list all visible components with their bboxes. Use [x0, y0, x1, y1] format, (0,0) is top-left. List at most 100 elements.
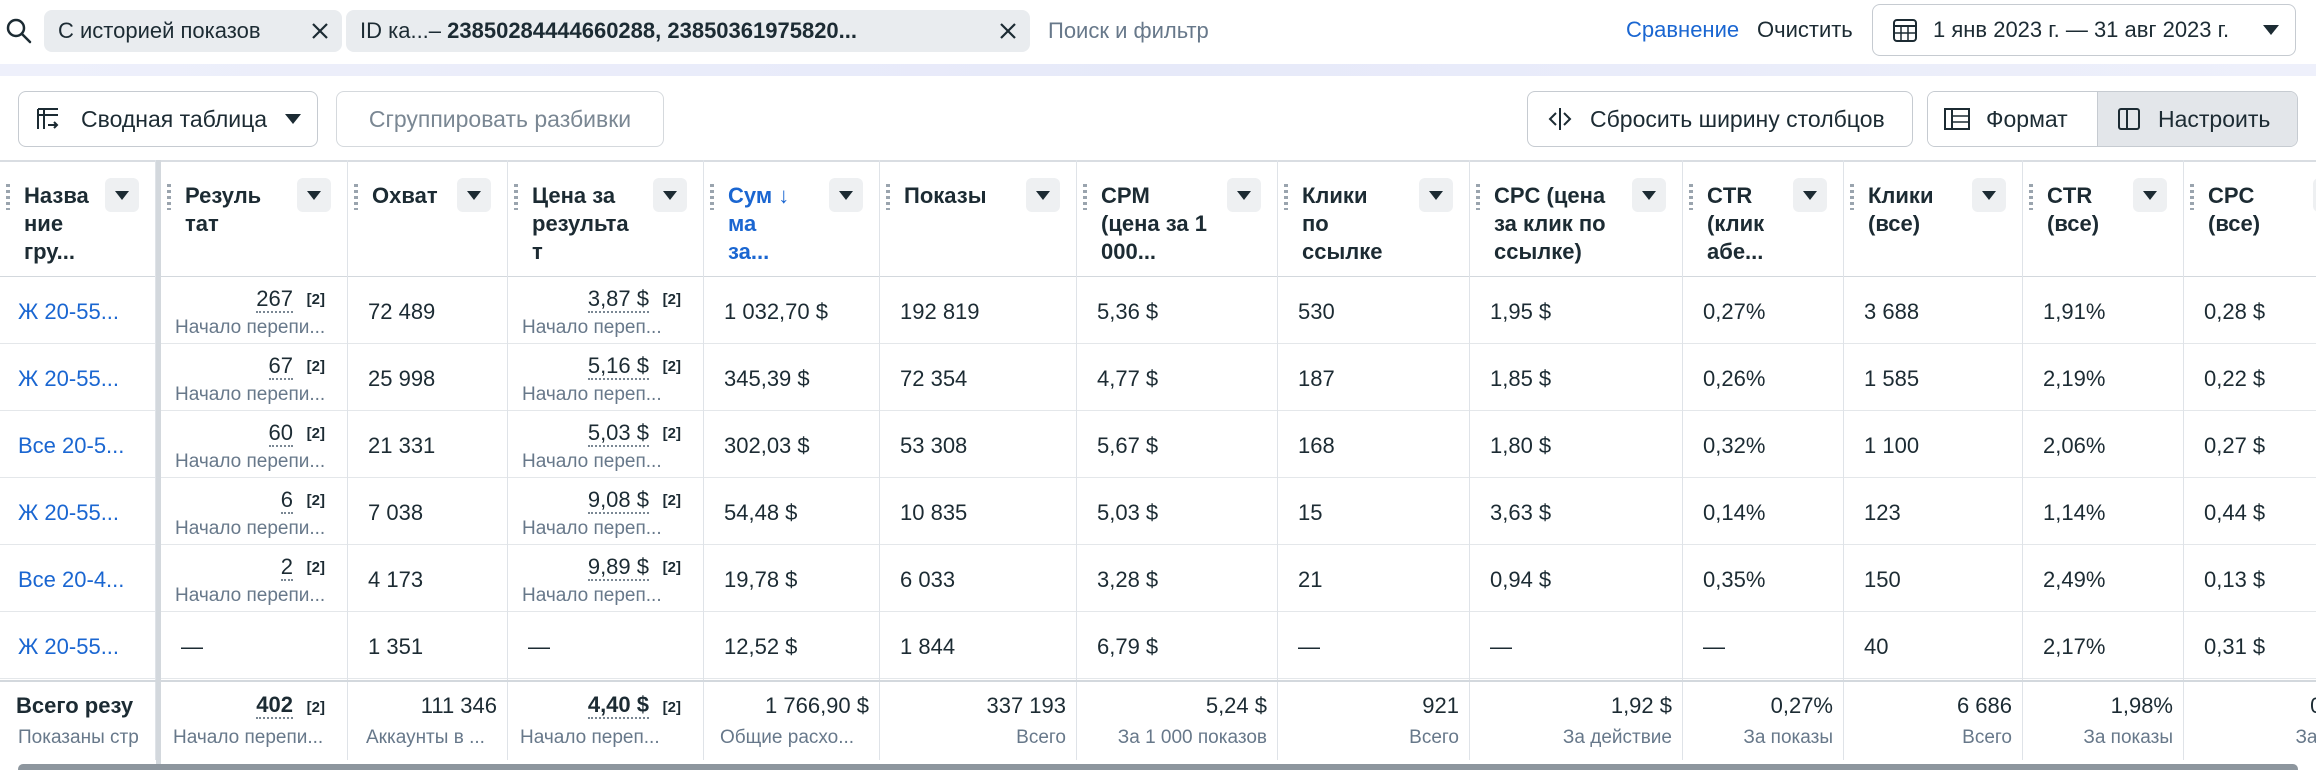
- ad-set-name-link[interactable]: Ж 20-55...: [18, 500, 119, 526]
- column-header-label: Показы: [904, 183, 987, 208]
- drag-handle-icon[interactable]: [710, 184, 714, 210]
- filter-chip-campaign-id[interactable]: ID ка...– 23850284444660288, 23850361975…: [346, 10, 1030, 52]
- table-cell: 9,08 $ [2] Начало переп...: [508, 478, 703, 545]
- totals-cell: 0,26 За кли: [2184, 683, 2316, 763]
- cell-value[interactable]: 2: [280, 555, 293, 581]
- column-header[interactable]: Показы: [880, 162, 1076, 277]
- drag-handle-icon[interactable]: [886, 184, 890, 210]
- drag-handle-icon[interactable]: [2190, 184, 2194, 210]
- table-cell[interactable]: Ж 20-55...: [0, 344, 155, 411]
- totals-cell: 1,98% За показы: [2023, 683, 2183, 763]
- cell-subtitle: Начало переп...: [522, 317, 662, 338]
- column-ad-set-name: Назва ние гру... Ж 20-55... Ж 20-55... Все …: [0, 160, 156, 760]
- ad-set-name-link[interactable]: Ж 20-55...: [18, 366, 119, 392]
- cell-value[interactable]: 3,87 $: [587, 287, 649, 313]
- column-header[interactable]: CTR (все): [2023, 162, 2183, 277]
- totals-value[interactable]: 402: [256, 693, 293, 719]
- column-header[interactable]: Резуль тат: [161, 162, 347, 277]
- drag-handle-icon[interactable]: [1083, 184, 1087, 210]
- date-range-picker[interactable]: 1 янв 2023 г. — 31 авг 2023 г.: [1872, 4, 2296, 56]
- drag-handle-icon[interactable]: [354, 184, 358, 210]
- search-filter-input[interactable]: [1048, 12, 1608, 50]
- column-menu-button[interactable]: [829, 178, 863, 212]
- group-breakdowns-button[interactable]: Сгруппировать разбивки: [336, 91, 664, 147]
- totals-value[interactable]: 4,40 $: [587, 693, 649, 719]
- ad-set-name-link[interactable]: Ж 20-55...: [18, 634, 119, 660]
- drag-handle-icon[interactable]: [6, 184, 10, 210]
- column-menu-button[interactable]: [2133, 178, 2167, 212]
- table-cell[interactable]: Все 20-5...: [0, 411, 155, 478]
- drag-handle-icon[interactable]: [167, 184, 171, 210]
- column-menu-button[interactable]: [1419, 178, 1453, 212]
- column-header[interactable]: CTR (клик абе...: [1683, 162, 1843, 277]
- drag-handle-icon[interactable]: [514, 184, 518, 210]
- cell-value[interactable]: 5,16 $: [587, 354, 649, 380]
- horizontal-scrollbar[interactable]: [18, 764, 2298, 770]
- drag-handle-icon[interactable]: [1689, 184, 1693, 210]
- column-menu-button[interactable]: [457, 178, 491, 212]
- column-header[interactable]: Назва ние гру...: [0, 162, 155, 277]
- cell-value[interactable]: 67: [268, 354, 293, 380]
- chevron-down-icon: [115, 190, 129, 200]
- reference-marker: [2]: [662, 559, 681, 576]
- column-header[interactable]: Цена за результа т: [508, 162, 703, 277]
- drag-handle-icon[interactable]: [2029, 184, 2033, 210]
- cell-value: 345,39 $: [724, 366, 810, 391]
- cell-value: 0,26%: [1703, 366, 1766, 391]
- cell-value[interactable]: 5,03 $: [587, 421, 649, 447]
- cell-value[interactable]: 9,89 $: [587, 555, 649, 581]
- column-menu-button[interactable]: [297, 178, 331, 212]
- date-range-label: 1 янв 2023 г. — 31 авг 2023 г.: [1933, 17, 2230, 42]
- column-menu-button[interactable]: [105, 178, 139, 212]
- table-cell[interactable]: Ж 20-55...: [0, 478, 155, 545]
- column-header[interactable]: CPM (цена за 1 000...: [1077, 162, 1277, 277]
- column-menu-button[interactable]: [1793, 178, 1827, 212]
- chevron-down-icon: [467, 190, 481, 200]
- clear-filters-link[interactable]: Очистить: [1757, 17, 1853, 43]
- column-menu-button[interactable]: [1972, 178, 2006, 212]
- drag-handle-icon[interactable]: [1284, 184, 1288, 210]
- totals-subtitle: За показы: [1743, 727, 1833, 748]
- cell-value: 15: [1298, 500, 1323, 525]
- ad-set-name-link[interactable]: Все 20-4...: [18, 567, 124, 593]
- table-cell: 6 [2] Начало перепи...: [161, 478, 347, 545]
- close-icon[interactable]: [298, 10, 342, 52]
- close-icon[interactable]: [986, 10, 1030, 52]
- table-cell[interactable]: Ж 20-55...: [0, 277, 155, 344]
- column-menu-button[interactable]: [653, 178, 687, 212]
- column-header[interactable]: CPC (цена за клик по ссылке): [1470, 162, 1682, 277]
- reset-column-width-button[interactable]: Сбросить ширину столбцов: [1527, 91, 1913, 147]
- table-cell[interactable]: Все 20-4...: [0, 545, 155, 612]
- column-header[interactable]: CPC (все): [2184, 162, 2316, 277]
- totals-subtitle: Аккаунты в ...: [366, 727, 485, 748]
- cell-value[interactable]: 6: [280, 488, 293, 514]
- totals-value: 1 766,90 $: [765, 693, 869, 718]
- column-header[interactable]: Клики по ссылке: [1278, 162, 1469, 277]
- column-menu-button[interactable]: [1227, 178, 1261, 212]
- format-button[interactable]: Формат: [1928, 92, 2098, 146]
- column-menu-button[interactable]: [1026, 178, 1060, 212]
- compare-link[interactable]: Сравнение: [1626, 17, 1739, 43]
- cell-value: 0,22 $: [2204, 366, 2266, 391]
- drag-handle-icon[interactable]: [1850, 184, 1854, 210]
- configure-button[interactable]: Настроить: [2098, 92, 2297, 146]
- drag-handle-icon[interactable]: [1476, 184, 1480, 210]
- cell-value[interactable]: 9,08 $: [587, 488, 649, 514]
- frozen-column-separator[interactable]: [156, 160, 161, 764]
- cell-value: 302,03 $: [724, 433, 810, 458]
- pivot-table-button[interactable]: Сводная таблица: [18, 91, 318, 147]
- ad-set-name-link[interactable]: Ж 20-55...: [18, 299, 119, 325]
- column-ctr-link: CTR (клик абе... 0,27% 0,26% 0,32% 0,14% 0,35…: [1683, 160, 1844, 760]
- cell-value[interactable]: 60: [268, 421, 293, 447]
- search-icon[interactable]: [4, 16, 34, 46]
- column-header[interactable]: Сум ↓ ма за...: [704, 162, 879, 277]
- table-cell[interactable]: Ж 20-55...: [0, 612, 155, 679]
- column-header[interactable]: Клики (все): [1844, 162, 2022, 277]
- ad-set-name-link[interactable]: Все 20-5...: [18, 433, 124, 459]
- chevron-down-icon: [1982, 190, 1996, 200]
- column-header[interactable]: Охват: [348, 162, 507, 277]
- column-menu-button[interactable]: [1632, 178, 1666, 212]
- filter-chip-impressions[interactable]: С историей показов: [44, 10, 342, 52]
- cell-value: —: [1490, 634, 1512, 659]
- cell-value[interactable]: 267: [256, 287, 293, 313]
